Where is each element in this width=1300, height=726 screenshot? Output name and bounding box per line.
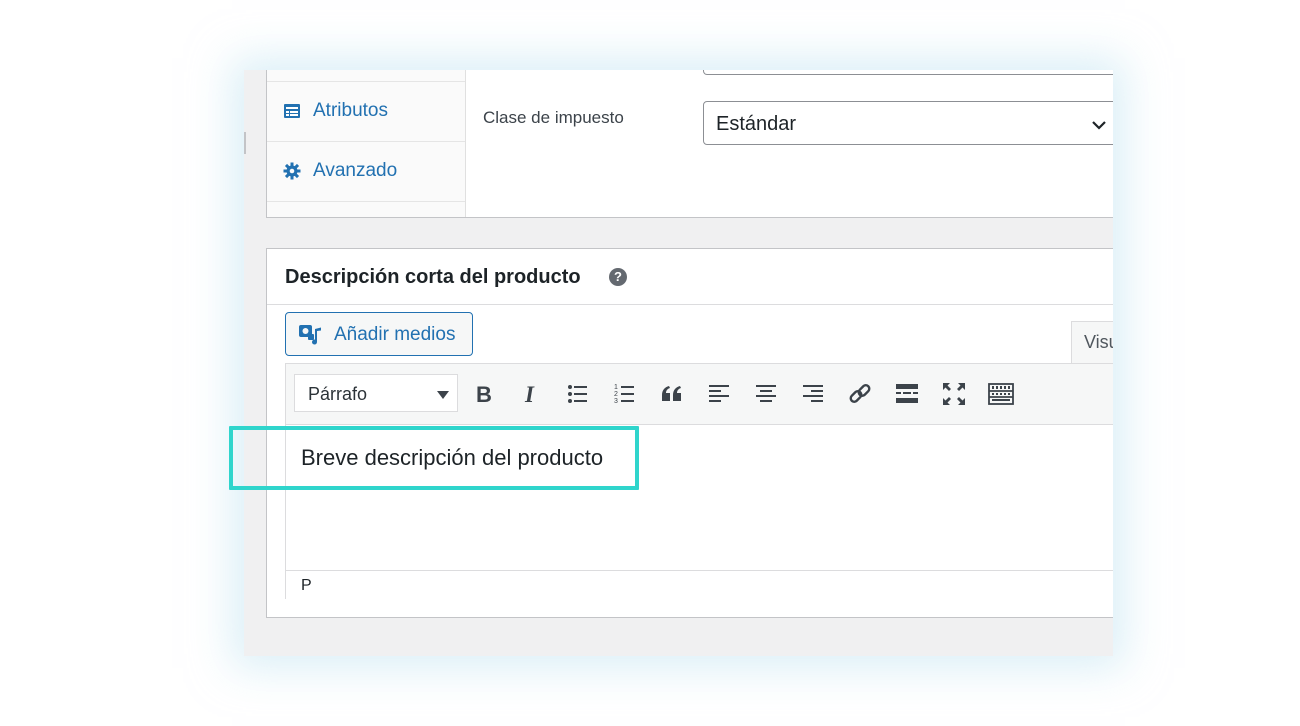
add-media-button[interactable]: Añadir medios <box>285 312 473 356</box>
bulleted-list-icon[interactable] <box>565 381 591 407</box>
svg-text:3: 3 <box>614 398 618 405</box>
svg-text:1: 1 <box>614 384 618 391</box>
tab-attributes-label: Atributos <box>313 100 388 121</box>
add-media-label: Añadir medios <box>334 324 456 345</box>
format-select[interactable]: Párrafo <box>294 374 458 412</box>
help-icon[interactable]: ? <box>609 268 627 286</box>
toolbar-toggle-icon[interactable] <box>988 381 1014 407</box>
align-right-icon[interactable] <box>800 381 826 407</box>
product-data-tabs: Atributos Avanzado <box>267 70 466 217</box>
numbered-list-icon[interactable]: 123 <box>612 381 638 407</box>
editor-toolbar: Párrafo B I 123 <box>286 364 1113 425</box>
format-select-value: Párrafo <box>308 384 368 404</box>
tab-advanced-label: Avanzado <box>313 160 398 181</box>
italic-icon[interactable]: I <box>518 381 544 407</box>
tab-visual-label: Visu <box>1084 332 1113 352</box>
tab-advanced[interactable]: Avanzado <box>267 142 465 202</box>
tax-class-label: Clase de impuesto <box>483 108 624 127</box>
chevron-down-icon <box>1090 116 1108 134</box>
bold-icon[interactable]: B <box>471 381 497 407</box>
product-data-frame: Atributos Avanzado Clase de impuesto Est… <box>244 70 1113 656</box>
align-center-icon[interactable] <box>753 381 779 407</box>
align-left-icon[interactable] <box>706 381 732 407</box>
field-above-edge <box>703 70 1113 75</box>
link-icon[interactable] <box>847 381 873 407</box>
read-more-icon[interactable] <box>894 381 920 407</box>
svg-text:I: I <box>524 382 535 407</box>
attributes-icon <box>283 102 301 120</box>
tax-class-value: Estándar <box>716 113 797 135</box>
tax-class-select[interactable]: Estándar <box>703 101 1113 145</box>
short-description-title: Descripción corta del producto <box>285 266 581 288</box>
dropdown-arrow-icon <box>437 391 449 399</box>
element-path[interactable]: P <box>301 577 312 595</box>
short-description-header: Descripción corta del producto ? <box>267 249 1113 305</box>
fullscreen-icon[interactable] <box>941 381 967 407</box>
svg-text:B: B <box>476 382 492 407</box>
add-media-icon <box>298 323 324 347</box>
tab-attributes[interactable]: Atributos <box>267 82 465 142</box>
product-data-panel: Atributos Avanzado Clase de impuesto Est… <box>266 70 1113 218</box>
svg-text:2: 2 <box>614 391 618 398</box>
highlight-box <box>229 426 639 490</box>
frame-edge-strip <box>244 132 246 154</box>
editor-status-bar: P <box>286 570 1113 600</box>
tab-visual[interactable]: Visu <box>1071 321 1113 363</box>
blockquote-icon[interactable] <box>659 381 685 407</box>
gear-icon <box>283 162 301 180</box>
